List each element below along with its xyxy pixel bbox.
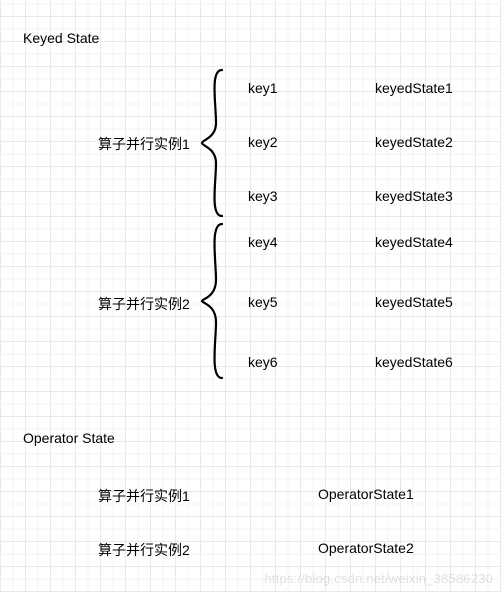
operator-instance-1-label: 算子并行实例1	[98, 486, 190, 506]
key-label: key3	[248, 188, 278, 204]
operator-state-1-label: OperatorState1	[318, 486, 414, 502]
keyed-state-heading: Keyed State	[23, 30, 99, 46]
key-label: key5	[248, 294, 278, 310]
key-label: key1	[248, 80, 278, 96]
keyed-instance-1-label: 算子并行实例1	[98, 134, 190, 154]
keyed-state-label: keyedState2	[375, 134, 453, 150]
keyed-state-label: keyedState6	[375, 354, 453, 370]
keyed-instance-2-label: 算子并行实例2	[98, 294, 190, 314]
operator-state-heading: Operator State	[23, 430, 115, 446]
operator-state-2-label: OperatorState2	[318, 540, 414, 556]
keyed-state-label: keyedState5	[375, 294, 453, 310]
key-label: key2	[248, 134, 278, 150]
keyed-state-label: keyedState4	[375, 234, 453, 250]
brace-icon	[200, 222, 228, 380]
keyed-state-label: keyedState1	[375, 80, 453, 96]
watermark-text: https://blog.csdn.net/weixin_38586230	[264, 571, 493, 586]
key-label: key6	[248, 354, 278, 370]
brace-icon	[200, 68, 228, 218]
key-label: key4	[248, 234, 278, 250]
keyed-state-label: keyedState3	[375, 188, 453, 204]
operator-instance-2-label: 算子并行实例2	[98, 540, 190, 560]
